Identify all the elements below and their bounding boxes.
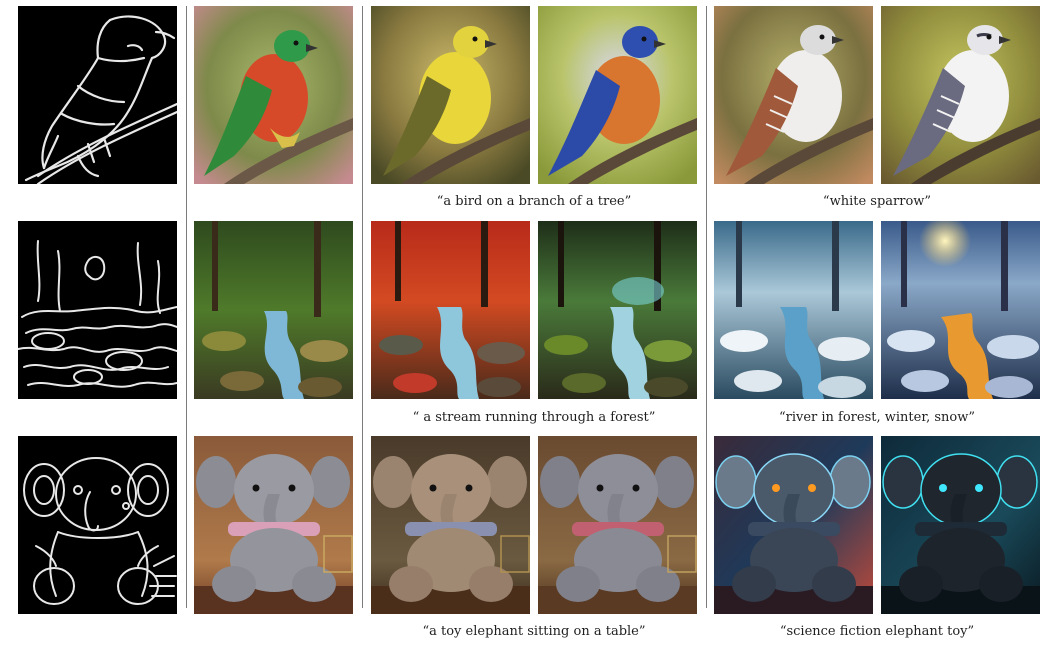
edge-map-stream xyxy=(18,221,177,399)
divider-2 xyxy=(362,6,363,608)
edited-image-sparrow-2 xyxy=(881,6,1040,184)
edited-image-scifi-elephant-1 xyxy=(714,436,873,614)
caption-bird-edit: “white sparrow” xyxy=(822,194,932,209)
edge-map-elephant xyxy=(18,436,177,614)
result-image-stream-1 xyxy=(371,221,530,399)
result-image-bird-2 xyxy=(538,6,697,184)
edited-image-scifi-elephant-2 xyxy=(881,436,1040,614)
comparison-figure: “a bird on a branch of a tree” “white sp… xyxy=(0,0,1055,649)
caption-stream-prompt: “ a stream running through a forest” xyxy=(412,410,656,425)
divider-3 xyxy=(706,6,707,608)
divider-1 xyxy=(186,6,187,608)
source-image-stream xyxy=(194,221,353,399)
source-image-bird xyxy=(194,6,353,184)
edited-image-winter-river-2 xyxy=(881,221,1040,399)
caption-elephant-prompt: “a toy elephant sitting on a table” xyxy=(422,624,646,639)
result-image-elephant-1 xyxy=(371,436,530,614)
edited-image-winter-river-1 xyxy=(714,221,873,399)
result-image-bird-1 xyxy=(371,6,530,184)
caption-elephant-edit: “science fiction elephant toy” xyxy=(779,624,975,639)
edge-map-bird xyxy=(18,6,177,184)
result-image-elephant-2 xyxy=(538,436,697,614)
edited-image-sparrow-1 xyxy=(714,6,873,184)
result-image-stream-2 xyxy=(538,221,697,399)
caption-bird-prompt: “a bird on a branch of a tree” xyxy=(436,194,632,209)
caption-stream-edit: “river in forest, winter, snow” xyxy=(778,410,976,425)
source-image-elephant xyxy=(194,436,353,614)
